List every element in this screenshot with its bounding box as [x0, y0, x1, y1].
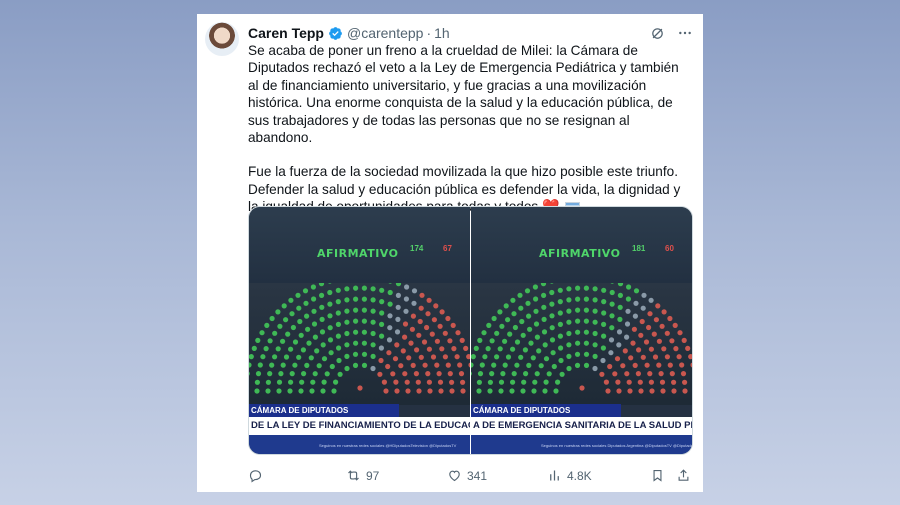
news-ticker: A DE EMERGENCIA SANITARIA DE LA SALUD PE…	[471, 417, 692, 435]
negative-count: 67	[443, 244, 452, 253]
separator-dot: ·	[426, 25, 432, 41]
grok-icon[interactable]	[649, 25, 665, 41]
author-handle[interactable]: @carentepp	[347, 25, 423, 41]
retweet-count: 97	[366, 468, 380, 483]
share-button[interactable]	[676, 468, 691, 483]
tweet-header: Caren Tepp @carentepp · 1h	[248, 23, 693, 43]
affirmative-count: 181	[632, 244, 646, 253]
chamber-label: CÁMARA DE DIPUTADOS	[249, 404, 399, 417]
reply-button[interactable]	[248, 468, 268, 483]
tweet-media[interactable]: AFIRMATIVO 174 67 CÁMARA DE DIPUTADOS DE…	[248, 206, 693, 455]
views-count: 4.8K	[567, 468, 592, 483]
news-ticker: DE LA LEY DE FINANCIAMIENTO DE LA EDUCAC…	[249, 417, 470, 435]
tweet-card[interactable]: Caren Tepp @carentepp · 1h Se acaba de p…	[197, 14, 703, 492]
views-icon	[550, 470, 559, 481]
bookmark-icon	[653, 469, 662, 482]
views-button[interactable]: 4.8K	[547, 468, 592, 483]
retweet-button[interactable]: 97	[346, 468, 379, 483]
tv-footer: Seguinos en nuestras redes sociales Dipu…	[471, 435, 692, 454]
like-count: 341	[467, 468, 488, 483]
like-button[interactable]: 341	[447, 468, 487, 483]
author-name[interactable]: Caren Tepp	[248, 25, 324, 41]
reply-icon	[249, 470, 262, 483]
vote-screen	[471, 207, 692, 283]
retweet-icon	[348, 470, 359, 481]
bookmark-button[interactable]	[650, 468, 665, 483]
tweet-text: Se acaba de poner un freno a la crueldad…	[248, 42, 693, 216]
tweet-time[interactable]: 1h	[434, 25, 450, 41]
heart-icon	[449, 470, 460, 482]
tweet-paragraph-1: Se acaba de poner un freno a la crueldad…	[248, 43, 679, 146]
tweet-actions: 97 341 4.8K	[248, 466, 693, 486]
more-icon[interactable]	[677, 25, 693, 41]
media-image-left[interactable]: AFIRMATIVO 174 67 CÁMARA DE DIPUTADOS DE…	[249, 207, 470, 454]
vote-screen	[249, 207, 470, 283]
author-avatar[interactable]	[205, 22, 239, 56]
media-image-right[interactable]: AFIRMATIVO 181 60 CÁMARA DE DIPUTADOS A …	[471, 207, 692, 454]
verified-badge-icon	[328, 26, 343, 41]
share-icon	[678, 469, 689, 481]
seat-chart	[471, 283, 692, 394]
tv-footer: Seguinos en nuestras redes sociales @HDi…	[249, 435, 470, 454]
seat-chart	[249, 283, 470, 394]
chamber-label: CÁMARA DE DIPUTADOS	[471, 404, 621, 417]
vote-result: AFIRMATIVO	[317, 247, 399, 260]
vote-result: AFIRMATIVO	[539, 247, 621, 260]
affirmative-count: 174	[410, 244, 424, 253]
negative-count: 60	[665, 244, 674, 253]
